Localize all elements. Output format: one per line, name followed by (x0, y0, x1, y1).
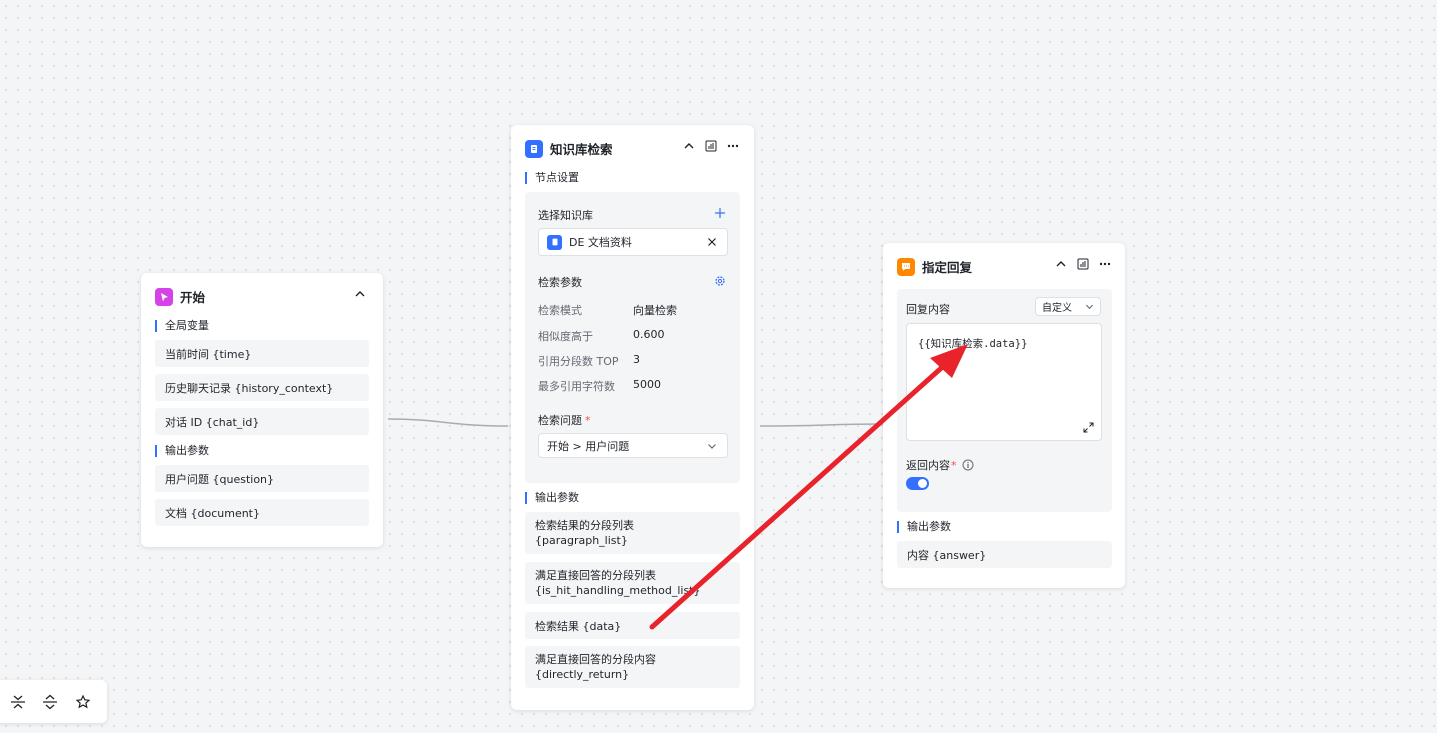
reply-node[interactable]: 指定回复 回复内容 自定义 {{知识库检索.data}} 返回内容* 输出参数 (883, 243, 1125, 588)
collapse-chevron-up-icon[interactable] (682, 139, 696, 153)
reply-mode-select[interactable]: 自定义 (1035, 297, 1101, 316)
edge-kb-to-reply (759, 423, 885, 427)
node-title: 开始 (180, 290, 206, 305)
node-title: 知识库检索 (550, 142, 613, 157)
document-icon (525, 139, 543, 158)
search-question-select[interactable]: 开始 > 用户问题 (538, 433, 728, 458)
collapse-chevron-up-icon[interactable] (353, 287, 367, 301)
gear-icon[interactable] (713, 274, 727, 288)
output-param-item[interactable]: 检索结果的分段列表 {paragraph_list} (525, 512, 740, 554)
return-content-toggle[interactable] (906, 477, 929, 490)
param-key: 检索模式 (538, 304, 582, 317)
output-param-item[interactable]: 文档 {document} (155, 499, 369, 526)
add-kb-plus-icon[interactable] (713, 206, 727, 220)
param-key: 相似度高于 (538, 330, 593, 343)
param-key: 最多引用字符数 (538, 380, 615, 393)
kb-node-header: 知识库检索 (525, 139, 613, 158)
param-key: 引用分段数 TOP (538, 355, 619, 368)
node-title: 指定回复 (922, 260, 973, 275)
param-value: 3 (633, 353, 640, 366)
search-question-label: 检索问题 * (538, 414, 591, 427)
expand-icon[interactable] (1081, 420, 1095, 434)
param-value: 0.600 (633, 328, 665, 341)
collapse-all-icon[interactable] (9, 693, 27, 711)
output-param-var: {directly_return} (535, 668, 630, 681)
more-options-icon[interactable] (1098, 257, 1112, 271)
expand-all-icon[interactable] (41, 693, 59, 711)
output-param-item[interactable]: 满足直接回答的分段内容 {directly_return} (525, 646, 740, 688)
output-param-var: {is_hit_handling_method_list} (535, 584, 701, 597)
auto-layout-icon[interactable] (74, 693, 92, 711)
param-value: 向量检索 (633, 304, 677, 317)
more-options-icon[interactable] (726, 139, 740, 153)
output-param-item[interactable]: 用户问题 {question} (155, 465, 369, 492)
chat-bubble-icon (897, 257, 915, 276)
pointer-icon (155, 287, 173, 306)
output-param-name: 检索结果的分段列表 (535, 519, 634, 532)
info-icon[interactable] (962, 459, 974, 471)
output-param-item[interactable]: 满足直接回答的分段列表 {is_hit_handling_method_list… (525, 562, 740, 604)
output-params-label: 输出参数 (525, 492, 579, 504)
search-question-value: 开始 > 用户问题 (547, 439, 630, 453)
output-params-label: 输出参数 (155, 445, 209, 457)
global-var-item[interactable]: 对话 ID {chat_id} (155, 408, 369, 435)
output-param-item[interactable]: 检索结果 {data} (525, 612, 740, 639)
output-param-item[interactable]: 内容 {answer} (897, 541, 1112, 568)
start-node[interactable]: 开始 全局变量 当前时间 {time} 历史聊天记录 {history_cont… (141, 273, 383, 547)
kb-item[interactable]: DE 文档资料 (538, 228, 728, 256)
search-params-label: 检索参数 (538, 276, 582, 289)
output-param-name: 满足直接回答的分段内容 (535, 653, 656, 666)
edge-start-to-kb (387, 418, 509, 427)
output-param-var: {paragraph_list} (535, 534, 628, 547)
reply-node-header: 指定回复 (897, 257, 972, 276)
global-variables-label: 全局变量 (155, 320, 209, 332)
node-settings-label: 节点设置 (525, 172, 579, 184)
select-kb-label: 选择知识库 (538, 209, 593, 222)
execution-stats-icon[interactable] (704, 139, 718, 153)
execution-stats-icon[interactable] (1076, 257, 1090, 271)
param-value: 5000 (633, 378, 661, 391)
reply-content-label: 回复内容 (906, 303, 950, 316)
collapse-chevron-up-icon[interactable] (1054, 257, 1068, 271)
kb-item-name: DE 文档资料 (569, 236, 632, 249)
reply-content-text: {{知识库检索.data}} (918, 338, 1028, 350)
reply-mode-value: 自定义 (1042, 303, 1072, 314)
output-param-name: 满足直接回答的分段列表 (535, 569, 656, 582)
output-params-label: 输出参数 (897, 521, 951, 533)
document-icon (547, 234, 562, 250)
start-node-header: 开始 (155, 287, 205, 306)
remove-kb-close-icon[interactable] (705, 235, 719, 249)
global-var-item[interactable]: 历史聊天记录 {history_context} (155, 374, 369, 401)
chevron-down-icon (1084, 300, 1094, 314)
return-content-label: 返回内容 * (906, 457, 974, 473)
canvas-toolbar (0, 680, 107, 723)
global-var-item[interactable]: 当前时间 {time} (155, 340, 369, 367)
chevron-down-icon (705, 439, 719, 453)
toggle-knob (918, 479, 927, 488)
reply-content-editor[interactable]: {{知识库检索.data}} (906, 323, 1102, 441)
kb-search-node[interactable]: 知识库检索 节点设置 选择知识库 DE 文档资料 检索参数 检索模式 向量检索 … (511, 125, 754, 710)
